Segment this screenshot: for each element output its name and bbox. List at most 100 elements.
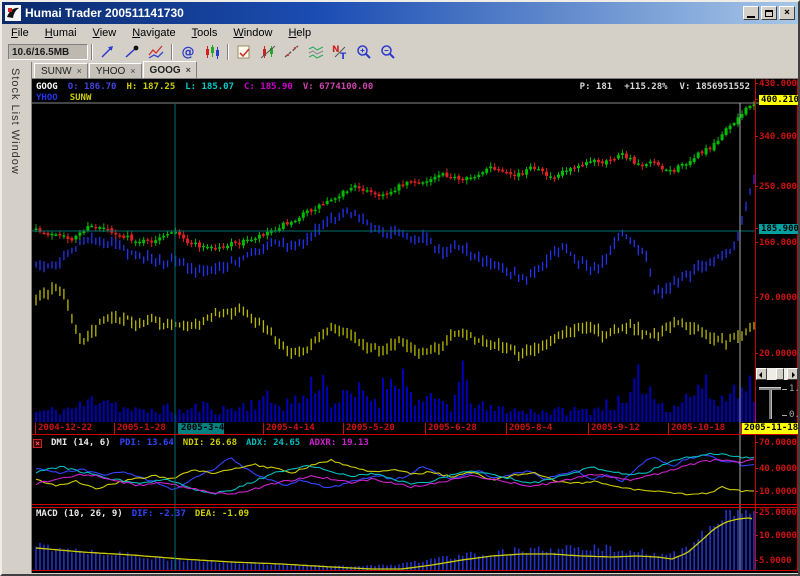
scale-slider[interactable]: 1.0 0.1: [756, 382, 799, 422]
close-button[interactable]: ×: [779, 6, 795, 20]
zoom-out-icon: [380, 44, 396, 60]
edit-note-icon: [236, 44, 252, 60]
macd-axis-label: 5.0000: [759, 556, 792, 566]
menu-humai[interactable]: Humai: [37, 25, 85, 41]
scale-tick: [782, 415, 787, 416]
date-axis-label: 2005-3-4: [178, 423, 224, 434]
nt-button[interactable]: NT: [328, 43, 352, 61]
menu-help[interactable]: Help: [280, 25, 319, 41]
tab-close-icon[interactable]: ×: [130, 67, 135, 76]
chart-area[interactable]: [32, 79, 799, 573]
zoom-in-icon: [356, 44, 372, 60]
restore-button[interactable]: [761, 6, 777, 20]
scroll-right-button[interactable]: [787, 368, 798, 380]
tab-close-icon[interactable]: ×: [186, 66, 191, 75]
overlay-legend: YHOO SUNW: [36, 93, 91, 103]
price-axis-label: 185.9000: [759, 224, 800, 234]
at-icon: @: [180, 44, 196, 60]
multi-zigzag-button[interactable]: [304, 43, 328, 61]
toolbar: 10.6/16.5MB @ NT: [2, 42, 798, 62]
menu-window[interactable]: Window: [225, 25, 280, 41]
scale-slider-track[interactable]: [769, 389, 772, 419]
horizontal-scrollbar[interactable]: [756, 368, 798, 380]
minimize-button[interactable]: [743, 6, 759, 20]
tab-label: YHOO: [96, 66, 125, 77]
svg-text:T: T: [340, 52, 347, 60]
scroll-left-button[interactable]: [756, 368, 767, 380]
svg-text:@: @: [182, 45, 195, 60]
trend-line-icon: [100, 44, 116, 60]
menu-bar: FileHumaiViewNavigateToolsWindowHelp: [2, 24, 798, 42]
trend-line-button[interactable]: [96, 43, 120, 61]
date-axis-label: 2005-5-20: [343, 423, 395, 434]
dmi-label-row: × DMI (14, 6) PDI: 13.64 NDI: 26.68 ADX:…: [33, 438, 369, 448]
tab-strip: SUNW × YHOO × GOOG ×: [32, 62, 798, 79]
dmi-ndi-value: NDI: 26.68: [183, 438, 237, 448]
zigzag-lines-button[interactable]: [144, 43, 168, 61]
dmi-close-button[interactable]: ×: [33, 439, 42, 448]
dmi-axis-label: 70.0000: [759, 438, 797, 448]
legend-close: C: 185.90: [244, 82, 293, 92]
menu-view[interactable]: View: [85, 25, 125, 41]
period-count: P: 181: [580, 82, 613, 92]
period-volume: V: 1856951552: [680, 82, 750, 92]
dmi-name: DMI (14, 6): [51, 438, 111, 448]
legend-open: O: 186.70: [68, 82, 117, 92]
dmi-axis-label: 10.0000: [759, 487, 797, 497]
macd-axis-label: 25.0000: [759, 508, 797, 518]
menu-tools[interactable]: Tools: [184, 25, 226, 41]
tab-close-icon[interactable]: ×: [77, 67, 82, 76]
dmi-adx-value: ADX: 24.65: [246, 438, 300, 448]
dmi-axis-label: 40.0000: [759, 464, 797, 474]
scrollbar-thumb[interactable]: [776, 368, 784, 380]
date-axis-label: 2005-9-12: [588, 423, 640, 434]
macd-axis-label: 10.0000: [759, 531, 797, 541]
scale-min-label: 0.1: [782, 410, 800, 420]
toolbar-separator: [171, 44, 173, 60]
scale-max-label: 1.0: [782, 384, 800, 394]
price-axis-label: 160.0000: [759, 238, 800, 248]
zoom-in-button[interactable]: [352, 43, 376, 61]
indicator-candles-icon: [204, 44, 220, 60]
price-axis-label: 340.0000: [759, 132, 800, 142]
legend-high: H: 187.25: [126, 82, 175, 92]
scale-slider-handle[interactable]: [759, 387, 781, 390]
period-stats: P: 181 +115.28% V: 1856951552: [580, 82, 750, 92]
candle-slash-icon: [260, 44, 276, 60]
macd-dif-value: DIF: -2.37: [132, 509, 186, 519]
date-axis-label: 2004-12-22: [35, 423, 92, 434]
date-axis-label: 2005-8-4: [506, 423, 552, 434]
price-axis-label: 400.2100: [759, 95, 800, 105]
date-axis-label: 2005-11-18: [741, 423, 800, 434]
macd-name: MACD (10, 26, 9): [36, 509, 123, 519]
scroll-left-icon: [759, 372, 762, 378]
menu-file[interactable]: File: [3, 25, 37, 41]
toolbar-separator: [227, 44, 229, 60]
stock-list-sidebar[interactable]: Stock List Window: [2, 62, 32, 573]
minimize-icon: [747, 16, 755, 18]
tab-label: GOOG: [150, 65, 181, 76]
trend-line-handle-button[interactable]: [120, 43, 144, 61]
date-axis-label: 2005-4-14: [263, 423, 315, 434]
scale-tick: [782, 389, 787, 390]
date-axis-label: 2005-1-28: [114, 423, 166, 434]
tab-goog[interactable]: GOOG ×: [143, 61, 197, 78]
price-axis-label: 20.0000: [759, 349, 797, 359]
tab-label: SUNW: [41, 66, 72, 77]
zigzag-lines-icon: [148, 44, 164, 60]
zoom-out-button[interactable]: [376, 43, 400, 61]
price-axis-label: 430.0000: [759, 79, 800, 89]
candle-slash-button[interactable]: [256, 43, 280, 61]
edit-note-button[interactable]: [232, 43, 256, 61]
dmi-pdi-value: PDI: 13.64: [120, 438, 174, 448]
tab-sunw[interactable]: SUNW ×: [34, 63, 88, 78]
scrollbar-track[interactable]: [767, 368, 787, 380]
app-icon: [5, 5, 21, 21]
at-button[interactable]: @: [176, 43, 200, 61]
close-icon: ×: [784, 8, 790, 18]
memory-indicator: 10.6/16.5MB: [8, 44, 88, 60]
indicator-candles-button[interactable]: [200, 43, 224, 61]
tab-yhoo[interactable]: YHOO ×: [89, 63, 142, 78]
dash-slash-button[interactable]: [280, 43, 304, 61]
menu-navigate[interactable]: Navigate: [124, 25, 183, 41]
